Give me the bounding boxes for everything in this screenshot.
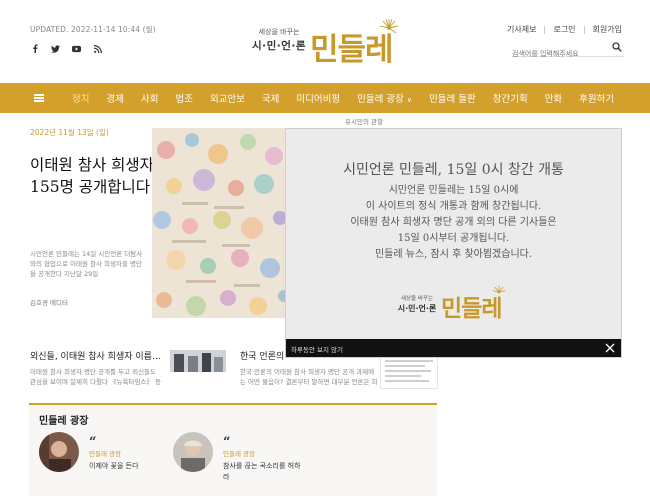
dandelion-icon [379,18,399,34]
nav-item-law[interactable]: 법조 [175,91,192,105]
avatar [173,432,213,472]
modal-line: 시민언론 민들레는 15일 0시에 [388,185,519,196]
modal-body: 시민언론 민들레는 15일 0시에 이 사이트의 정식 개통과 함께 창간됩니다… [286,183,621,263]
nav-item-diplomacy[interactable]: 외교안보 [210,91,245,105]
report-link[interactable]: 기사제보 [507,24,536,35]
facebook-icon[interactable] [30,44,39,53]
nav-item-plaza-label: 민들레 광장 [357,94,404,105]
logo-tagline: 세상을 바꾸는 [258,28,300,36]
modal-title: 시민언론 민들레, 15일 0시 창간 개통 [343,162,564,178]
youtube-icon[interactable] [72,44,81,53]
divider [583,25,585,34]
secondary-thumbnail[interactable] [170,350,226,372]
plaza-section: 민들레 광장 “ 민들레 광장 이제야 꽃을 든다 “ 민들레 광장 참사를 끊… [29,403,437,496]
chevron-down-icon: ∨ [406,96,412,104]
modal-line: 이 사이트의 정식 개통과 함께 창간됩니다. [365,201,542,212]
secondary-headline[interactable]: 한국 언론의 [240,349,285,362]
nav-item-politics[interactable]: 정치 [72,91,89,105]
twitter-icon[interactable] [51,44,60,53]
search-icon[interactable] [612,42,622,52]
plaza-card-title[interactable]: 이제야 꽃을 든다 [89,461,169,472]
logo-subtitle: 시·민·언·론 [251,40,307,52]
article-hero-image[interactable] [152,128,288,318]
article-date: 2022년 11월 13일 (일) [30,128,109,137]
modal-line: 이태원 참사 희생자 명단 공개 외의 다른 기사들은 [350,217,557,228]
logo-subtitle: 시·민·언·론 [397,304,437,313]
signup-link[interactable]: 회원가입 [593,24,622,35]
rss-icon[interactable] [93,44,102,53]
secondary-headline[interactable]: 외신들, 이태원 참사 희생자 이름… [30,349,164,362]
article-author: 김호경 에디터 [30,299,68,307]
hamburger-menu-icon[interactable] [34,94,44,102]
site-logo[interactable]: 세상을 바꾸는 시·민·언·론 민들레 [248,18,408,68]
launch-notice-modal: 시민언론 민들레, 15일 0시 창간 개통 시민언론 민들레는 15일 0시에… [285,128,622,358]
nav-item-plaza[interactable]: 민들레 광장 ∨ [357,91,412,105]
nav-item-society[interactable]: 사회 [141,91,158,105]
nav-item-media-critique[interactable]: 미디어비평 [296,91,340,105]
nav-item-international[interactable]: 국제 [262,91,279,105]
avatar [39,432,79,472]
nav-item-donate[interactable]: 후원하기 [579,91,614,105]
nav-item-launch-special[interactable]: 창간기획 [493,91,528,105]
divider [544,25,546,34]
search-box [512,41,624,58]
nav-item-cartoon[interactable]: 만화 [545,91,562,105]
modal-footer: 하루동안 보지 않기 [286,339,621,357]
plaza-title: 민들레 광장 [39,416,89,427]
top-links: 기사제보 로그인 회원가입 [507,24,622,35]
secondary-summary: 한국 언론의 이태원 참사 희생자 명단 공개 과제에는 어떤 물음이? 결론부… [240,368,378,389]
secondary-thumbnail[interactable] [380,355,438,389]
modal-line: 민들레 뉴스, 잠시 후 찾아뵙겠습니다. [374,249,533,260]
secondary-summary: 이태원 참사 희생자 명단 공개를 두고 외신들도 관심을 보이며 일제히 다뤘… [30,368,161,389]
close-icon[interactable] [605,343,615,353]
plaza-card-title[interactable]: 참사를 끊는 곡소리를 허하라 [223,461,303,483]
dismiss-today-button[interactable]: 하루동안 보지 않기 [291,344,343,354]
updated-timestamp: UPDATED. 2022-11-14 10:44 (월) [30,25,156,34]
social-links [30,44,102,53]
nav-submenu-item[interactable]: 유시민의 관찰 [345,116,383,126]
search-input[interactable] [512,50,602,58]
logo-tagline: 세상을 바꾸는 [400,296,434,302]
article-lead: 시민언론 민들레는 14일 시민언론 더탐사와의 협업으로 이태원 참사 희생자… [30,250,143,278]
login-link[interactable]: 로그인 [553,24,575,35]
dandelion-icon [492,285,506,294]
nav-item-economy[interactable]: 경제 [106,91,123,105]
nav-item-field[interactable]: 민들레 들판 [429,91,476,105]
modal-line: 15일 0시부터 공개됩니다. [397,233,510,244]
main-nav: 정치 경제 사회 법조 외교안보 국제 미디어비평 민들레 광장 ∨ 민들레 들… [0,83,650,113]
plaza-card-category: 민들레 광장 [89,450,121,458]
modal-logo: 세상을 바꾸는 시·민·언·론 민들레 [394,285,514,322]
plaza-card-category: 민들레 광장 [223,450,255,458]
